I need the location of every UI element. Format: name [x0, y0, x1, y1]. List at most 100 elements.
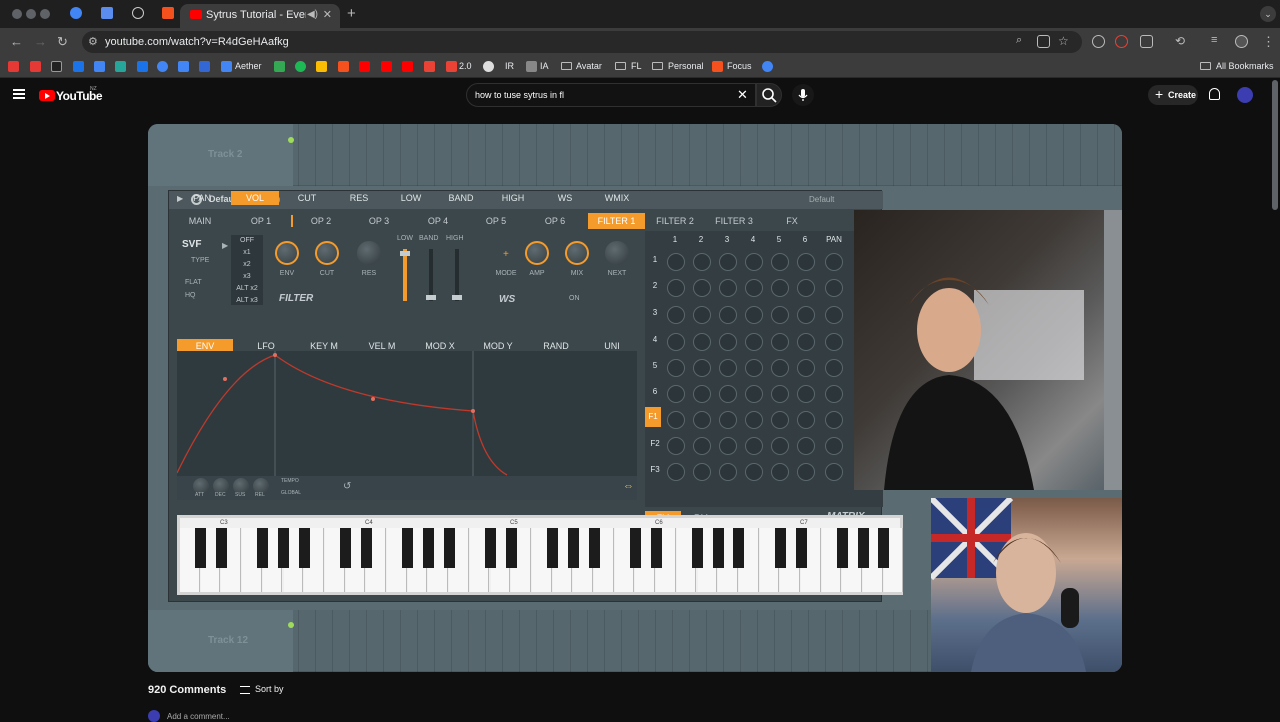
matrix-knob[interactable] — [797, 385, 815, 403]
matrix-knob[interactable] — [825, 333, 843, 351]
back-button[interactable]: ← — [10, 34, 23, 49]
param-tab-pan[interactable]: PAN — [181, 191, 223, 205]
bookmark-icon[interactable] — [30, 61, 41, 72]
matrix-knob[interactable] — [667, 359, 685, 377]
matrix-knob[interactable] — [771, 463, 789, 481]
flat-toggle[interactable]: FLAT — [185, 279, 202, 286]
black-key[interactable] — [712, 528, 724, 568]
bookmark-icon[interactable] — [199, 61, 210, 72]
video-player[interactable]: Track 2 Track 12 ▶ Default (Insert 2) De… — [148, 124, 1122, 672]
bookmark-2-0[interactable]: 2.0 — [459, 61, 472, 71]
matrix-row-f1[interactable]: F1 — [645, 407, 661, 427]
env-knob[interactable] — [275, 241, 299, 265]
swap-arrows-icon[interactable]: ⇔ — [623, 480, 634, 492]
extension-icon[interactable] — [1092, 35, 1105, 48]
tab-filter3[interactable]: FILTER 3 — [712, 213, 756, 229]
param-tab-res[interactable]: RES — [339, 191, 379, 205]
all-bookmarks[interactable]: All Bookmarks — [1216, 61, 1274, 71]
opt-x2[interactable]: x2 — [231, 261, 263, 268]
aether-bookmark-icon[interactable] — [221, 61, 232, 72]
youtube-bookmark-icon[interactable] — [359, 61, 370, 72]
tab-active[interactable]: Sytrus Tutorial - Everything ◀) ✕ — [180, 4, 340, 28]
matrix-knob[interactable] — [719, 253, 737, 271]
param-tab-high[interactable]: HIGH — [493, 191, 533, 205]
close-tab-icon[interactable]: ✕ — [323, 8, 332, 21]
search-button[interactable] — [756, 83, 782, 107]
tab-op1[interactable]: OP 1 — [245, 213, 277, 229]
bookmark-avatar[interactable]: Avatar — [576, 61, 602, 71]
black-key[interactable] — [215, 528, 227, 568]
amp-knob[interactable] — [525, 241, 549, 265]
matrix-knob[interactable] — [745, 437, 763, 455]
matrix-knob[interactable] — [825, 385, 843, 403]
matrix-knob[interactable] — [693, 359, 711, 377]
site-info-icon[interactable]: ⚙ — [88, 35, 98, 48]
black-key[interactable] — [629, 528, 641, 568]
matrix-knob[interactable] — [825, 306, 843, 324]
tab-filter1[interactable]: FILTER 1 — [588, 213, 645, 229]
black-key[interactable] — [505, 528, 517, 568]
chrome-menu-icon[interactable]: ⋮ — [1262, 34, 1275, 50]
bookmark-fl[interactable]: FL — [631, 61, 642, 71]
matrix-knob[interactable] — [745, 279, 763, 297]
param-tab-cut[interactable]: CUT — [287, 191, 327, 205]
black-key[interactable] — [567, 528, 579, 568]
matrix-knob[interactable] — [771, 306, 789, 324]
fader-handle[interactable] — [426, 295, 436, 300]
matrix-knob[interactable] — [719, 333, 737, 351]
matrix-knob[interactable] — [719, 385, 737, 403]
black-key[interactable] — [485, 528, 496, 568]
black-key[interactable] — [795, 528, 807, 568]
matrix-knob[interactable] — [745, 463, 763, 481]
matrix-knob[interactable] — [745, 385, 763, 403]
tab-main[interactable]: MAIN — [183, 213, 217, 229]
opt-off[interactable]: OFF — [231, 237, 263, 244]
gmail-icon[interactable] — [424, 61, 435, 72]
black-key[interactable] — [443, 528, 455, 568]
voice-search-button[interactable] — [792, 84, 814, 106]
matrix-knob[interactable] — [797, 333, 815, 351]
black-key[interactable] — [857, 528, 869, 568]
matrix-knob[interactable] — [693, 437, 711, 455]
matrix-knob[interactable] — [745, 306, 763, 324]
tab-op6[interactable]: OP 6 — [539, 213, 571, 229]
extension-icon[interactable] — [1115, 35, 1128, 48]
youtube-logo-icon[interactable] — [39, 90, 55, 101]
clear-search-icon[interactable]: ✕ — [737, 87, 748, 103]
matrix-knob[interactable] — [771, 333, 789, 351]
bookmark-icon[interactable] — [73, 61, 84, 72]
matrix-knob[interactable] — [693, 463, 711, 481]
matrix-knob[interactable] — [667, 279, 685, 297]
matrix-knob[interactable] — [825, 411, 843, 429]
minimize-window-button[interactable] — [26, 9, 36, 19]
create-button[interactable]: + Create — [1148, 85, 1198, 105]
black-key[interactable] — [733, 528, 745, 568]
envelope-editor[interactable] — [176, 351, 637, 476]
matrix-knob[interactable] — [797, 463, 815, 481]
matrix-knob[interactable] — [667, 463, 685, 481]
matrix-knob[interactable] — [719, 279, 737, 297]
black-key[interactable] — [340, 528, 352, 568]
matrix-knob[interactable] — [771, 359, 789, 377]
tab-filter2[interactable]: FILTER 2 — [653, 213, 697, 229]
matrix-knob[interactable] — [825, 359, 843, 377]
matrix-knob[interactable] — [719, 463, 737, 481]
black-key[interactable] — [257, 528, 269, 568]
param-tab-ws[interactable]: WS — [545, 191, 585, 205]
bookmark-icon[interactable] — [483, 61, 494, 72]
bookmark-icon[interactable] — [137, 61, 148, 72]
piano-keyboard[interactable]: C3 C4 C5 C6 C7 — [177, 515, 904, 595]
param-tab-wmix[interactable]: WMIX — [595, 191, 639, 205]
matrix-knob[interactable] — [745, 411, 763, 429]
matrix-knob[interactable] — [825, 463, 843, 481]
cast-icon[interactable] — [1037, 35, 1050, 48]
matrix-knob[interactable] — [667, 411, 685, 429]
matrix-knob[interactable] — [667, 333, 685, 351]
search-input[interactable]: how to tuse sytrus in fl ✕ — [466, 83, 756, 107]
black-key[interactable] — [298, 528, 310, 568]
opt-x3[interactable]: x3 — [231, 273, 263, 280]
bookmark-icon[interactable] — [51, 61, 62, 72]
matrix-knob[interactable] — [797, 411, 815, 429]
black-key[interactable] — [650, 528, 662, 568]
tab-op2[interactable]: OP 2 — [305, 213, 337, 229]
